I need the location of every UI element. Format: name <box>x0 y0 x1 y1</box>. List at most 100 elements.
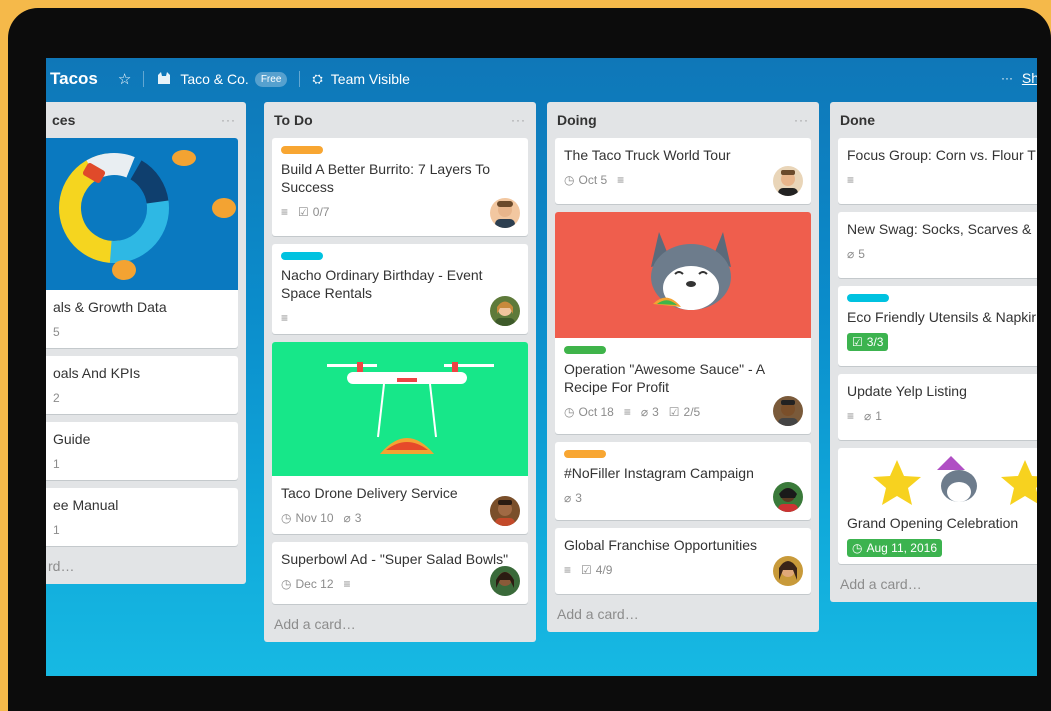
add-card-link[interactable]: Add a card… <box>555 602 811 632</box>
description-icon: ≡ <box>564 563 572 577</box>
checklist-icon: ☑ <box>668 405 680 419</box>
clock-icon: ◷ <box>281 511 292 525</box>
list-menu-icon[interactable]: ··· <box>794 113 809 127</box>
member-avatar[interactable] <box>773 166 803 196</box>
checklist-count: 3/3 <box>866 335 884 349</box>
attachment-count: 5 <box>53 325 60 339</box>
add-card-link[interactable]: Add a card… <box>838 572 1037 602</box>
card-grand-opening[interactable]: Grand Opening Celebration ◷ Aug 11, 2016 <box>838 448 1037 564</box>
add-card-link[interactable]: Add a card… <box>272 612 528 642</box>
list-title[interactable]: Done <box>840 112 875 128</box>
attachment-badge: ⌀ 5 <box>847 247 865 261</box>
drone-illustration <box>327 362 494 454</box>
card-focus-group[interactable]: Focus Group: Corn vs. Flour T ≡ <box>838 138 1037 204</box>
label-green <box>564 346 606 354</box>
card-taco-truck-tour[interactable]: The Taco Truck World Tour ◷ Oct 5 ≡ <box>555 138 811 204</box>
clock-icon: ◷ <box>852 541 863 555</box>
paperclip-icon: ⌀ <box>343 511 351 525</box>
board-screen: Tacos ☆ Taco & Co. Free ⛭ Team Visible ·… <box>46 58 1037 676</box>
due-date-badge: ◷ Oct 18 <box>564 405 614 419</box>
attachment-count: 1 <box>53 457 60 471</box>
card-growth-data[interactable]: als & Growth Data 5 <box>46 138 238 348</box>
clock-icon: ◷ <box>281 577 292 591</box>
card-nacho-birthday[interactable]: Nacho Ordinary Birthday - Event Space Re… <box>272 244 528 334</box>
list-doing: Doing ··· The Taco Truck World Tour ◷ Oct… <box>547 102 819 632</box>
visibility-button[interactable]: Team Visible <box>331 71 410 87</box>
husky-mascot-illustration <box>651 232 731 310</box>
attachment-count: 3 <box>652 405 659 419</box>
card-new-swag[interactable]: New Swag: Socks, Scarves & ⌀ 5 <box>838 212 1037 278</box>
board-title[interactable]: Tacos <box>50 69 98 89</box>
list-title[interactable]: Doing <box>557 112 597 128</box>
more-icon[interactable]: ··· <box>1001 71 1013 85</box>
card-title: #NoFiller Instagram Campaign <box>564 465 754 481</box>
paperclip-icon: ⌀ <box>864 409 872 423</box>
member-avatar[interactable] <box>490 296 520 326</box>
attachment-badge: ⌀ 3 <box>641 405 659 419</box>
team-logo-icon <box>156 71 172 88</box>
description-icon: ≡ <box>281 205 289 219</box>
stars-husky-illustration <box>873 456 1037 505</box>
clock-icon: ◷ <box>564 405 575 419</box>
add-card-link[interactable]: rd… <box>46 554 238 584</box>
card-title: Nacho Ordinary Birthday - Event Space Re… <box>281 267 483 301</box>
attachment-count: 5 <box>858 247 865 261</box>
card-superbowl-ad[interactable]: Superbowl Ad - "Super Salad Bowls" ◷ Dec … <box>272 542 528 604</box>
party-illustration <box>847 456 1037 514</box>
label-orange <box>281 146 323 154</box>
member-avatar[interactable] <box>490 566 520 596</box>
card-drone-delivery[interactable]: Taco Drone Delivery Service ◷ Nov 10 ⌀ 3 <box>272 342 528 534</box>
list-title[interactable]: ces <box>46 112 75 128</box>
due-date: Dec 12 <box>295 577 334 591</box>
card-goals-kpis[interactable]: oals And KPIs 2 <box>46 356 238 414</box>
card-title: The Taco Truck World Tour <box>564 147 731 163</box>
list-title[interactable]: To Do <box>274 112 313 128</box>
member-avatar[interactable] <box>490 198 520 228</box>
due-date-complete-badge: ◷ Aug 11, 2016 <box>847 539 942 557</box>
plan-badge: Free <box>254 71 288 87</box>
member-avatar[interactable] <box>773 396 803 426</box>
card-title: Eco Friendly Utensils & Napkir <box>847 309 1037 325</box>
card-title: Build A Better Burrito: 7 Layers To Succ… <box>281 161 491 195</box>
list-done: Done Focus Group: Corn vs. Flour T ≡ New… <box>830 102 1037 602</box>
star-icon[interactable]: ☆ <box>118 70 131 88</box>
description-icon: ≡ <box>847 409 855 423</box>
attachment-badge: ⌀ 3 <box>564 491 582 505</box>
card-global-franchise[interactable]: Global Franchise Opportunities ≡ ☑ 4/9 <box>555 528 811 594</box>
team-visibility-icon: ⛭ <box>312 71 323 86</box>
attachment-badge: ⌀ 3 <box>344 511 362 525</box>
card-manual[interactable]: ee Manual 1 <box>46 488 238 546</box>
list-menu-icon[interactable]: ··· <box>221 113 236 127</box>
board-header: Tacos ☆ Taco & Co. Free ⛭ Team Visible ·… <box>46 58 1037 100</box>
divider <box>143 71 145 87</box>
card-yelp-listing[interactable]: Update Yelp Listing ≡ ⌀ 1 <box>838 374 1037 440</box>
attachment-badge: ⌀ 1 <box>864 409 882 423</box>
member-avatar[interactable] <box>773 556 803 586</box>
checklist-badge: ☑ 2/5 <box>669 405 700 419</box>
checklist-complete-badge: ☑ 3/3 <box>847 333 889 351</box>
card-nofiller-instagram[interactable]: #NoFiller Instagram Campaign ⌀ 3 <box>555 442 811 520</box>
list-menu-icon[interactable]: ··· <box>511 113 526 127</box>
card-cover-image <box>46 138 238 290</box>
card-title: Update Yelp Listing <box>847 383 967 399</box>
card-title: Guide <box>53 431 91 447</box>
checklist-icon: ☑ <box>852 335 863 349</box>
checklist-icon: ☑ <box>581 563 592 577</box>
attachment-count: 2 <box>53 391 60 405</box>
due-date-badge: ◷ Nov 10 <box>281 511 334 525</box>
card-awesome-sauce[interactable]: Operation "Awesome Sauce" - A Recipe For… <box>555 212 811 434</box>
checklist-badge: ☑ 4/9 <box>581 563 612 577</box>
member-avatar[interactable] <box>773 482 803 512</box>
member-avatar[interactable] <box>490 496 520 526</box>
card-eco-utensils[interactable]: Eco Friendly Utensils & Napkir ☑ 3/3 <box>838 286 1037 366</box>
checklist-icon: ☑ <box>298 205 309 219</box>
card-title: Superbowl Ad - "Super Salad Bowls" <box>281 551 509 567</box>
card-guide[interactable]: Guide 1 <box>46 422 238 480</box>
card-better-burrito[interactable]: Build A Better Burrito: 7 Layers To Succ… <box>272 138 528 236</box>
card-title: Grand Opening Celebration <box>847 515 1019 531</box>
card-title: Global Franchise Opportunities <box>564 537 757 553</box>
due-date: Oct 18 <box>578 405 614 419</box>
show-menu-link[interactable]: Sh <box>1022 70 1037 86</box>
clock-icon: ◷ <box>564 173 575 187</box>
team-name[interactable]: Taco & Co. <box>180 71 248 87</box>
